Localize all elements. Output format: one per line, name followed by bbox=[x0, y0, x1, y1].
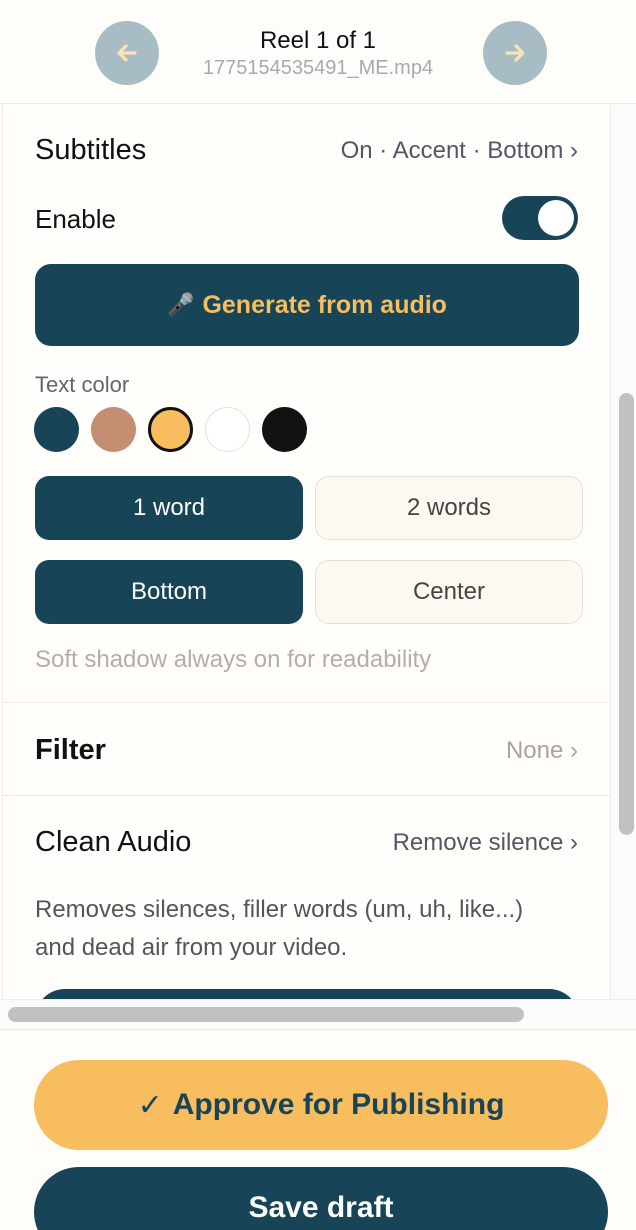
divider bbox=[3, 795, 610, 796]
subtitles-summary[interactable]: On · Accent · Bottom › bbox=[341, 137, 578, 165]
shadow-hint: Soft shadow always on for readability bbox=[35, 646, 432, 673]
subtitles-section-header[interactable]: Subtitles On · Accent · Bottom › bbox=[35, 134, 578, 167]
enable-label: Enable bbox=[35, 204, 116, 234]
subtitles-title: Subtitles bbox=[35, 134, 147, 166]
arrow-right-icon bbox=[505, 44, 525, 62]
position-option-bottom[interactable]: Bottom bbox=[35, 560, 303, 624]
divider bbox=[3, 702, 610, 703]
microphone-icon: 🎤 bbox=[167, 292, 195, 317]
color-swatch-accent[interactable] bbox=[148, 407, 193, 452]
subtitles-enable-toggle[interactable] bbox=[502, 196, 578, 240]
color-swatch-tan[interactable] bbox=[91, 407, 136, 452]
clean-audio-value[interactable]: Remove silence › bbox=[393, 829, 578, 857]
vertical-scrollbar-thumb[interactable] bbox=[619, 393, 634, 835]
words-option-1[interactable]: 1 word bbox=[35, 476, 303, 540]
clean-audio-row[interactable]: Clean Audio Remove silence › bbox=[35, 826, 578, 859]
save-draft-button[interactable]: Save draft bbox=[34, 1167, 608, 1230]
clean-audio-description: Removes silences, filler words (um, uh, … bbox=[35, 896, 524, 961]
action-footer: ✓ Approve for Publishing Save draft bbox=[0, 1029, 636, 1230]
filter-row[interactable]: Filter None › bbox=[35, 734, 578, 767]
words-option-2[interactable]: 2 words bbox=[315, 476, 583, 540]
horizontal-scrollbar-thumb[interactable] bbox=[8, 1007, 524, 1022]
color-swatch-black[interactable] bbox=[262, 407, 307, 452]
settings-panel[interactable]: Subtitles On · Accent · Bottom › Enable … bbox=[2, 104, 611, 999]
color-swatch-white[interactable] bbox=[205, 407, 250, 452]
toggle-knob bbox=[538, 200, 574, 236]
clean-audio-action-button[interactable] bbox=[35, 989, 579, 999]
generate-from-audio-label: Generate from audio bbox=[202, 290, 447, 319]
position-option-center[interactable]: Center bbox=[315, 560, 583, 624]
filter-title: Filter bbox=[35, 734, 106, 766]
checkmark-icon: ✓ bbox=[137, 1088, 163, 1122]
text-color-label: Text color bbox=[35, 372, 130, 397]
color-swatch-teal[interactable] bbox=[34, 407, 79, 452]
filter-value[interactable]: None › bbox=[506, 737, 578, 765]
approve-for-publishing-button[interactable]: ✓ Approve for Publishing bbox=[34, 1060, 608, 1150]
approve-label: Approve for Publishing bbox=[172, 1088, 505, 1121]
text-color-swatches bbox=[34, 407, 307, 452]
save-draft-label: Save draft bbox=[248, 1191, 394, 1224]
reel-header: Reel 1 of 1 1775154535491_ME.mp4 bbox=[0, 0, 636, 104]
next-reel-button[interactable] bbox=[483, 21, 547, 85]
clean-audio-title: Clean Audio bbox=[35, 826, 192, 858]
generate-from-audio-button[interactable]: 🎤 Generate from audio bbox=[35, 264, 579, 346]
